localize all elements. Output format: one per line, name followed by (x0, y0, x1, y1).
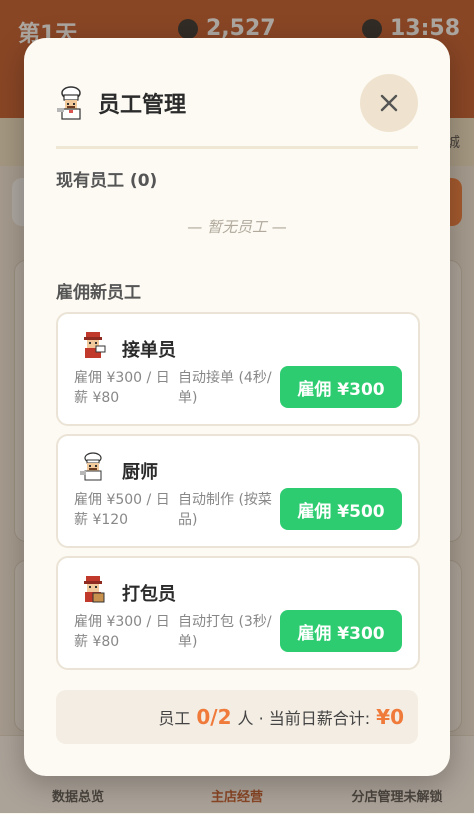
summary-middle: 人 · 当前日薪合计: (237, 709, 371, 728)
candidate-name: 接单员 (122, 340, 176, 361)
daily-wage-total: ¥0 (376, 705, 404, 729)
chef-icon (57, 86, 81, 120)
hire-order-taker-button[interactable]: 雇佣 ¥300 (280, 366, 402, 408)
candidate-card-order-taker: 接单员 雇佣 ¥300 / 日薪 ¥80 自动接单 (4秒/单) 雇佣 ¥300 (56, 312, 420, 426)
hire-chef-button[interactable]: 雇佣 ¥500 (280, 488, 402, 530)
header-divider (56, 146, 418, 149)
hire-packer-button[interactable]: 雇佣 ¥300 (280, 610, 402, 652)
candidate-cost: 雇佣 ¥300 / 日薪 ¥80 (74, 614, 170, 650)
candidate-duty: 自动打包 (3秒/单) (178, 614, 272, 650)
packer-avatar-icon (84, 576, 105, 603)
current-staff-heading: 现有员工 (0) (56, 171, 158, 191)
staff-count: 0/2 (196, 705, 232, 729)
chef-avatar-icon (80, 452, 102, 481)
close-button[interactable] (360, 74, 418, 132)
empty-staff-text: — 暂无员工 — (187, 218, 287, 236)
candidate-duty: 自动制作 (按菜品) (178, 492, 272, 528)
modal-header: 员工管理 (56, 86, 186, 120)
candidate-duty: 自动接单 (4秒/单) (178, 370, 272, 406)
candidate-cost: 雇佣 ¥300 / 日薪 ¥80 (74, 370, 170, 406)
hire-section-heading: 雇佣新员工 (56, 283, 141, 303)
waiter-avatar-icon (84, 332, 106, 358)
staff-management-modal: 员工管理 现有员工 (0) — 暂无员工 — 雇佣新员工 接单员 雇佣 ¥300… (24, 38, 450, 776)
candidate-card-packer: 打包员 雇佣 ¥300 / 日薪 ¥80 自动打包 (3秒/单) 雇佣 ¥300 (56, 556, 420, 670)
modal-title: 员工管理 (98, 93, 187, 118)
candidate-cost: 雇佣 ¥500 / 日薪 ¥120 (74, 492, 170, 528)
candidate-name: 厨师 (122, 462, 158, 483)
candidate-name: 打包员 (122, 584, 176, 605)
candidate-card-chef: 厨师 雇佣 ¥500 / 日薪 ¥120 自动制作 (按菜品) 雇佣 ¥500 (56, 434, 420, 548)
staff-summary-bar: 员工 0/2 人 · 当前日薪合计: ¥0 (56, 690, 418, 744)
close-icon (380, 94, 398, 112)
summary-prefix: 员工 (158, 709, 191, 728)
